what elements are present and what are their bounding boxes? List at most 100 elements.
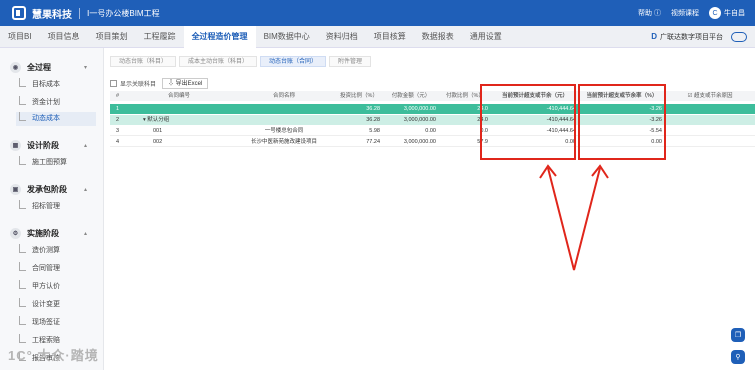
logo-icon: [12, 6, 26, 20]
col-contract-name[interactable]: 合同名称: [233, 91, 335, 101]
contract-name: 长沙中医新苑施改建设项目: [250, 139, 317, 145]
sidebar: ◉ 全过程 ▾ 目标成本 资金计划 动态成本 ▦ 设计阶段 ▴ 施工图预算 ▣ …: [0, 48, 104, 370]
sidebar-item-target-cost[interactable]: 目标成本: [16, 78, 96, 92]
row-index: 2: [115, 117, 120, 123]
investment-ratio: 36.28: [366, 117, 380, 123]
user-name[interactable]: 牛自昌: [724, 8, 745, 18]
sidebar-section-implementation[interactable]: ⚙ 实施阶段: [10, 228, 59, 239]
brand-name: 慧果科技: [32, 9, 72, 21]
row-index: 4: [115, 139, 120, 145]
sidebar-item-site-visa[interactable]: 现场签证: [16, 316, 96, 330]
overspend-reason[interactable]: [665, 126, 755, 136]
highlight-box-overspend-amount: [480, 84, 576, 160]
nav-item-reports[interactable]: 数据报表: [414, 26, 462, 48]
section-title: 发承包阶段: [27, 185, 67, 194]
divider: [79, 7, 80, 19]
nav-item-accounting[interactable]: 项目核算: [366, 26, 414, 48]
row-index: 3: [115, 128, 120, 134]
row-index: 1: [115, 106, 120, 112]
cloud-icon[interactable]: [731, 31, 747, 42]
section-title: 全过程: [27, 63, 51, 72]
sidebar-section-overall[interactable]: ◉ 全过程: [10, 62, 51, 73]
nav-item-bim-data[interactable]: BIM数据中心: [256, 26, 318, 48]
contract-no: 001: [153, 128, 163, 134]
contract-icon: ▣: [10, 184, 21, 195]
investment-ratio: 5.98: [369, 128, 380, 134]
col-overspend-reason[interactable]: ☑ 超支或节余原因: [665, 91, 755, 101]
chevron-up-icon[interactable]: ▴: [84, 186, 87, 193]
payment-amount: 3,000,000.00: [403, 106, 436, 112]
nav-item-bi[interactable]: 项目BI: [0, 26, 40, 48]
sidebar-item-construction-budget[interactable]: 施工图预算: [16, 156, 96, 170]
nav-item-track[interactable]: 工程履踪: [136, 26, 184, 48]
tab-ledger-cost-subject[interactable]: 成本主动台账（科目）: [179, 56, 258, 67]
checkbox-icon: [110, 80, 117, 87]
nav-item-plan[interactable]: 项目策划: [88, 26, 136, 48]
sidebar-item-owner-price[interactable]: 甲方认价: [16, 280, 96, 294]
investment-ratio: 77.24: [366, 139, 380, 145]
sidebar-section-contracting[interactable]: ▣ 发承包阶段: [10, 184, 67, 195]
overspend-reason[interactable]: [665, 115, 755, 125]
watermark: 1C° 大众·踏境: [8, 348, 99, 363]
implementation-icon: ⚙: [10, 228, 21, 239]
group-toggle[interactable]: ▾ 默认分组: [125, 115, 233, 125]
nav-item-info[interactable]: 项目信息: [40, 26, 88, 48]
show-related-subjects-checkbox[interactable]: 显示关联科目: [110, 79, 156, 88]
floating-actions: ❐ ⚲: [731, 328, 745, 372]
nav-item-archive[interactable]: 资料归档: [318, 26, 366, 48]
top-right-actions: 帮助 ⓘ 视频课程 C 牛自昌: [628, 7, 745, 19]
contract-name: [233, 115, 335, 125]
section-title: 实施阶段: [27, 229, 59, 238]
tab-attachments[interactable]: 附件管理: [329, 56, 372, 67]
contract-no: [125, 104, 233, 114]
main-content: 动态台账（科目） 成本主动台账（科目） 动态台账（合同） 附件管理 显示关联科目…: [104, 48, 755, 370]
col-contract-no[interactable]: 合同编号: [125, 91, 233, 101]
sidebar-item-design-change[interactable]: 设计变更: [16, 298, 96, 312]
payment-amount: 3,000,000.00: [403, 139, 436, 145]
highlight-box-overspend-rate: [578, 84, 666, 160]
design-icon: ▦: [10, 140, 21, 151]
col-investment-ratio[interactable]: 投资比例（%）: [335, 91, 383, 101]
export-excel-button[interactable]: ⇩ 导出Excel: [162, 78, 209, 89]
tab-ledger-subject[interactable]: 动态台账（科目）: [110, 56, 177, 67]
payment-amount: 0.00: [425, 128, 436, 134]
chevron-up-icon[interactable]: ▴: [84, 142, 87, 149]
process-icon: ◉: [10, 62, 21, 73]
document-icon[interactable]: ❐: [731, 328, 745, 342]
video-course-link[interactable]: 视频课程: [671, 8, 699, 18]
nav-item-cost-management[interactable]: 全过程造价管理: [183, 25, 256, 48]
tab-ledger-contract[interactable]: 动态台账（合同）: [260, 56, 327, 67]
top-bar: 慧果科技 Ⅰ一号办公楼BIM工程 帮助 ⓘ 视频课程 C 牛自昌: [0, 0, 755, 26]
checkbox-label: 显示关联科目: [120, 82, 157, 88]
investment-ratio: 36.28: [366, 106, 380, 112]
section-title: 设计阶段: [27, 141, 59, 150]
payment-amount: 3,000,000.00: [403, 117, 436, 123]
sidebar-section-design[interactable]: ▦ 设计阶段: [10, 140, 59, 151]
main-nav: 项目BI 项目信息 项目策划 工程履踪 全过程造价管理 BIM数据中心 资料归档…: [0, 25, 755, 48]
annotation-arrow: [539, 164, 609, 271]
ledger-tabs: 动态台账（科目） 成本主动台账（科目） 动态台账（合同） 附件管理: [110, 56, 374, 67]
sidebar-item-cost-estimate[interactable]: 造价测算: [16, 244, 96, 258]
platform-link[interactable]: D 广联达数字项目平台: [651, 31, 747, 42]
sidebar-item-contract-management[interactable]: 合同管理: [16, 262, 96, 276]
location-icon[interactable]: ⚲: [731, 350, 745, 364]
project-title[interactable]: Ⅰ一号办公楼BIM工程: [87, 8, 160, 19]
contract-name: 一号楼总包合同: [264, 128, 304, 134]
platform-icon: D: [651, 32, 657, 41]
col-index[interactable]: #: [110, 91, 125, 101]
col-payment-amount[interactable]: 付款金额（元）: [383, 91, 439, 101]
overspend-reason[interactable]: [665, 104, 755, 114]
avatar[interactable]: C: [709, 7, 721, 19]
help-link[interactable]: 帮助 ⓘ: [638, 8, 661, 18]
nav-item-settings[interactable]: 通用设置: [462, 26, 510, 48]
overspend-reason[interactable]: [665, 137, 755, 147]
brand-logo[interactable]: 慧果科技: [12, 6, 72, 21]
table-toolbar: 显示关联科目 ⇩ 导出Excel: [110, 78, 209, 89]
chevron-down-icon[interactable]: ▾: [84, 64, 87, 71]
sidebar-item-bidding[interactable]: 招标管理: [16, 200, 96, 214]
contract-no: 002: [153, 139, 163, 145]
chevron-up-icon[interactable]: ▴: [84, 230, 87, 237]
sidebar-item-fund-plan[interactable]: 资金计划: [16, 96, 96, 110]
platform-label: 广联达数字项目平台: [660, 33, 723, 41]
sidebar-item-dynamic-cost[interactable]: 动态成本: [16, 112, 96, 126]
